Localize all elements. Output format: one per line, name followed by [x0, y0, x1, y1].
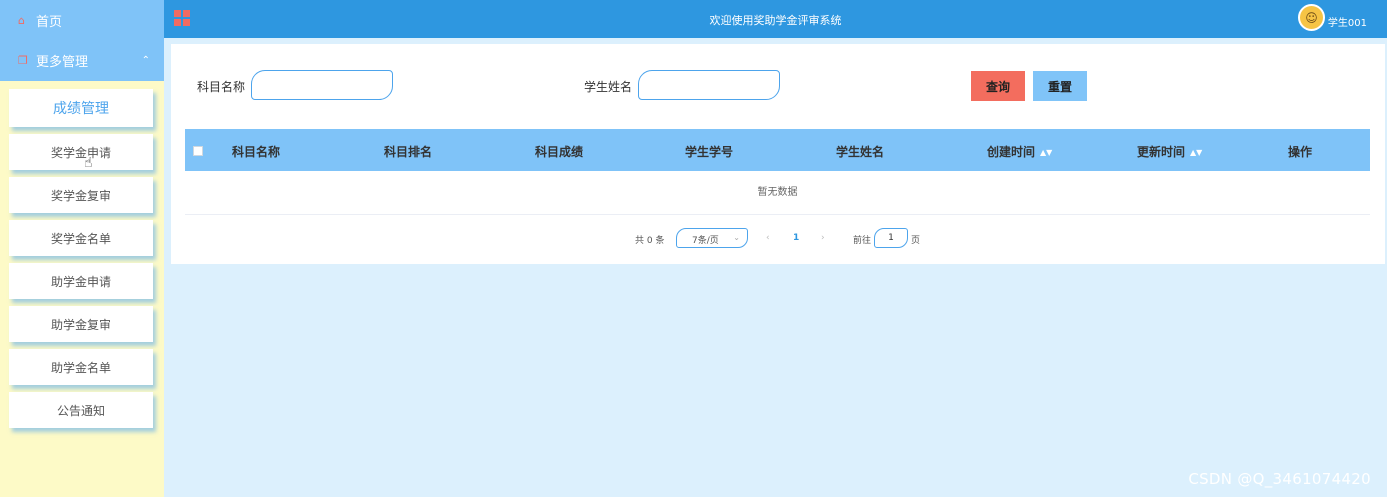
page-size-select[interactable]: 7条/页 ⌄ [676, 228, 748, 248]
sidebar-item-grades[interactable]: 成绩管理 [9, 89, 153, 127]
col-updated-time-label: 更新时间 [1137, 145, 1186, 159]
col-created-time-label: 创建时间 [987, 145, 1036, 159]
copy-icon: ❐ [18, 53, 28, 67]
sidebar-item-grant-list[interactable]: 助学金名单 [9, 349, 153, 385]
total-count: 共 0 条 [635, 236, 665, 246]
submenu: 成绩管理 奖学金申请 奖学金复审 奖学金名单 助学金申请 助学金复审 助学金名单… [0, 81, 164, 428]
nav-more-label: 更多管理 [36, 54, 89, 70]
sidebar-item-grant-apply[interactable]: 助学金申请 [9, 263, 153, 299]
col-student-id: 学生学号 [685, 145, 734, 159]
home-icon: ⌂ [18, 13, 25, 27]
student-name-label: 学生姓名 [584, 80, 633, 94]
watermark: CSDN @Q_3461074420 [1188, 470, 1371, 488]
page-number[interactable]: 1 [793, 233, 799, 243]
username[interactable]: 学生001 [1328, 14, 1367, 29]
sidebar-item-scholarship-apply[interactable]: 奖学金申请 [9, 134, 153, 170]
page-title: 欢迎使用奖助学金评审系统 [709, 14, 842, 27]
sidebar-top: ⌂ 首页 ❐ 更多管理 ⌃ [0, 0, 164, 81]
col-updated-time[interactable]: 更新时间 ▲▼ [1137, 143, 1202, 160]
col-subject-name: 科目名称 [232, 145, 281, 159]
page-size-value: 7条/页 [692, 236, 719, 246]
subject-name-input[interactable] [251, 70, 393, 100]
reset-button[interactable]: 重置 [1033, 71, 1087, 101]
chevron-up-icon: ⌃ [141, 54, 150, 66]
goto-label: 前往 [853, 236, 872, 246]
avatar[interactable]: ☺ [1298, 4, 1325, 31]
prev-page-icon[interactable]: ‹ [766, 233, 770, 243]
sidebar-item-notice[interactable]: 公告通知 [9, 392, 153, 428]
sort-icon[interactable]: ▲▼ [1040, 148, 1052, 157]
subject-name-label: 科目名称 [197, 80, 246, 94]
next-page-icon[interactable]: › [821, 233, 825, 243]
chevron-down-icon: ⌄ [733, 233, 740, 242]
sidebar-item-scholarship-review[interactable]: 奖学金复审 [9, 177, 153, 213]
goto-page-input[interactable]: 1 [874, 228, 908, 248]
table-header: 科目名称 科目排名 科目成绩 学生学号 学生姓名 创建时间 ▲▼ 更新时间 ▲▼ 操… [185, 129, 1370, 171]
pagination: 共 0 条 7条/页 ⌄ ‹ 1 › 前往 1 页 [171, 228, 1385, 250]
sidebar: ⌂ 首页 ❐ 更多管理 ⌃ 成绩管理 奖学金申请 奖学金复审 奖学金名单 助学金… [0, 0, 164, 497]
nav-home-label: 首页 [36, 14, 63, 30]
col-actions: 操作 [1288, 145, 1313, 159]
nav-more[interactable]: ❐ 更多管理 ⌃ [0, 40, 164, 80]
col-created-time[interactable]: 创建时间 ▲▼ [987, 143, 1052, 160]
main-card: 科目名称 学生姓名 查询 重置 科目名称 科目排名 科目成绩 学生学号 学生姓名… [171, 44, 1385, 264]
select-all-checkbox[interactable] [193, 146, 203, 156]
hand-cursor-icon: ☝ [84, 155, 93, 171]
student-name-input[interactable] [638, 70, 780, 100]
sort-icon[interactable]: ▲▼ [1190, 148, 1202, 157]
sidebar-item-scholarship-list[interactable]: 奖学金名单 [9, 220, 153, 256]
col-subject-score: 科目成绩 [535, 145, 584, 159]
sidebar-item-grant-review[interactable]: 助学金复审 [9, 306, 153, 342]
nav-home[interactable]: ⌂ 首页 [0, 0, 164, 40]
col-subject-rank: 科目排名 [384, 145, 433, 159]
top-header: 欢迎使用奖助学金评审系统 ☺ 学生001 [164, 0, 1387, 38]
col-student-name: 学生姓名 [836, 145, 885, 159]
empty-state: 暂无数据 [185, 171, 1370, 215]
page-suffix: 页 [911, 236, 921, 246]
search-button[interactable]: 查询 [971, 71, 1025, 101]
